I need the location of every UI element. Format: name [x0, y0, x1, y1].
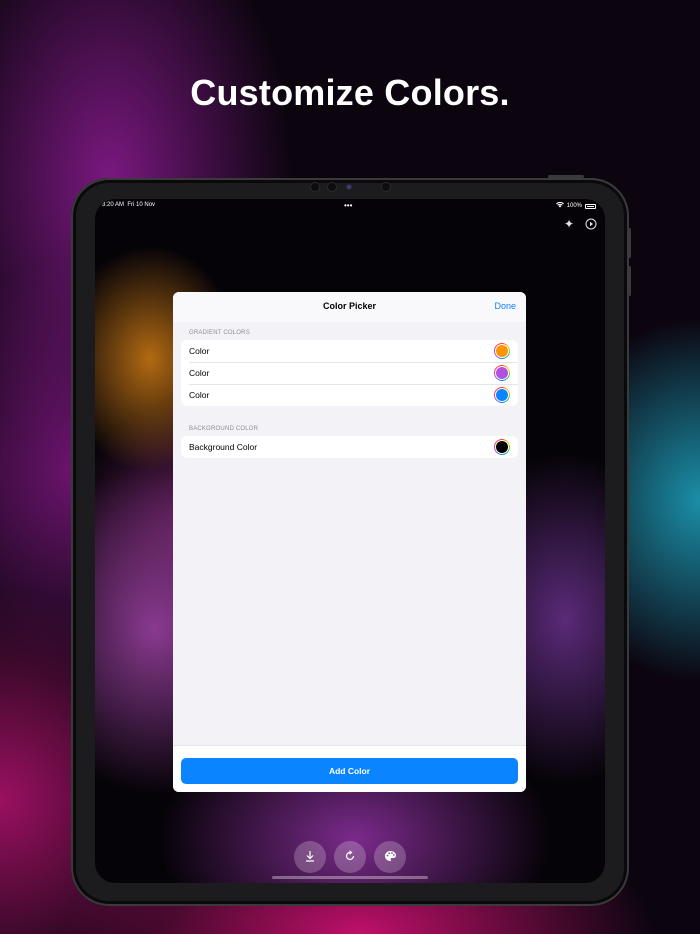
- battery-icon: [585, 203, 596, 209]
- ipad-screen: 3:20 AM Fri 10 Nov ••• 100% ✦ Color Pick…: [95, 199, 605, 883]
- status-time-date: 3:20 AM Fri 10 Nov: [102, 202, 155, 208]
- gradient-colors-header: GRADIENT COLORS: [189, 330, 250, 336]
- color-well-button[interactable]: [494, 387, 510, 403]
- sheet-title: Color Picker: [322, 301, 377, 311]
- ipad-volume-button: [628, 228, 631, 258]
- gradient-color-row[interactable]: Color: [181, 384, 518, 406]
- row-label: Color: [189, 346, 210, 356]
- palette-icon: [384, 850, 397, 865]
- home-indicator: [272, 876, 428, 879]
- status-bar: 3:20 AM Fri 10 Nov ••• 100%: [95, 202, 605, 212]
- background-color-header: BACKGROUND COLOR: [189, 426, 259, 432]
- row-label: Background Color: [189, 442, 258, 452]
- color-well-button[interactable]: [494, 343, 510, 359]
- background-color-row[interactable]: Background Color: [181, 436, 518, 458]
- sheet-footer: Add Color: [173, 745, 526, 792]
- row-label: Color: [189, 368, 210, 378]
- headline: Customize Colors.: [190, 72, 510, 113]
- ipad-volume-button: [628, 266, 631, 296]
- camera-dot: [328, 183, 336, 191]
- gradient-colors-list: Color Color Color: [181, 340, 518, 406]
- color-well-button[interactable]: [494, 439, 510, 455]
- top-toolbar: ✦: [564, 218, 597, 232]
- status-right: 100%: [555, 201, 596, 210]
- color-well-button[interactable]: [494, 365, 510, 381]
- color-swatch: [496, 345, 508, 357]
- done-button[interactable]: Done: [494, 301, 516, 311]
- ipad-top-button: [548, 175, 584, 178]
- bottom-action-bar: [95, 841, 605, 873]
- color-picker-sheet: Color Picker Done GRADIENT COLORS Color …: [173, 292, 526, 792]
- color-swatch: [496, 389, 508, 401]
- background-color-list: Background Color: [181, 436, 518, 458]
- refresh-icon: [344, 849, 356, 865]
- download-button[interactable]: [294, 841, 326, 873]
- color-swatch: [496, 441, 508, 453]
- download-icon: [304, 850, 316, 865]
- row-label: Color: [189, 390, 210, 400]
- gradient-color-row[interactable]: Color: [181, 340, 518, 362]
- multitask-dots-icon[interactable]: •••: [344, 202, 352, 210]
- status-date: Fri 10 Nov: [127, 202, 156, 208]
- gradient-color-row[interactable]: Color: [181, 362, 518, 384]
- status-time: 3:20 AM: [102, 202, 125, 208]
- camera-bar: [0, 183, 700, 191]
- refresh-button[interactable]: [334, 841, 366, 873]
- battery-percent: 100%: [566, 203, 582, 209]
- sparkle-icon[interactable]: ✦: [564, 218, 574, 232]
- color-swatch: [496, 367, 508, 379]
- add-color-button[interactable]: Add Color: [181, 758, 518, 784]
- play-icon[interactable]: [585, 218, 597, 232]
- palette-button[interactable]: [374, 841, 406, 873]
- wifi-icon: [555, 201, 564, 210]
- sheet-nav-bar: Color Picker Done: [173, 292, 526, 322]
- camera-dot: [347, 185, 351, 189]
- camera-dot: [382, 183, 390, 191]
- camera-dot: [311, 183, 319, 191]
